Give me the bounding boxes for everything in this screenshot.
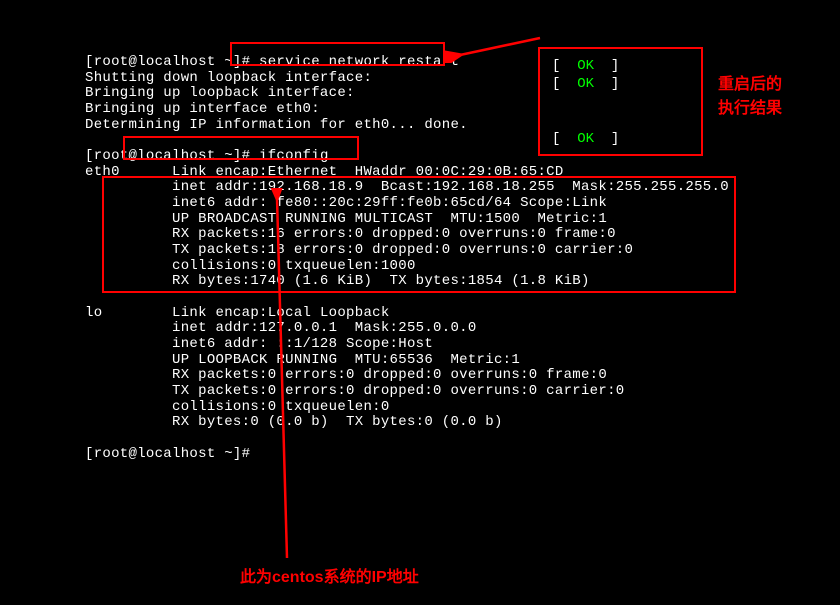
lo-line: TX packets:0 errors:0 dropped:0 overruns…: [85, 384, 840, 400]
annotation-restart-result: 重启后的 执行结果: [718, 70, 782, 118]
lo-line: collisions:0 txqueuelen:0: [85, 400, 840, 416]
ok-line: [ OK ]: [552, 130, 689, 148]
ok-line: [ OK ]: [552, 57, 689, 75]
highlight-box-eth0: [102, 176, 736, 293]
annotation-ip-address: 此为centos系统的IP地址: [240, 563, 419, 587]
highlight-box-command2: [123, 136, 359, 160]
arrow-icon: [267, 188, 307, 563]
lo-line: UP LOOPBACK RUNNING MTU:65536 Metric:1: [85, 353, 840, 369]
lo-line: inet addr:127.0.0.1 Mask:255.0.0.0: [85, 321, 840, 337]
output-line: Determining IP information for eth0... d…: [85, 118, 840, 134]
prompt: [root@localhost ~]#: [85, 446, 259, 462]
highlight-box-command1: [230, 42, 445, 66]
lo-line: inet6 addr: ::1/128 Scope:Host: [85, 337, 840, 353]
ok-status-box: [ OK ] [ OK ] [ OK ]: [538, 47, 703, 156]
lo-line: RX packets:0 errors:0 dropped:0 overruns…: [85, 368, 840, 384]
lo-line: Link encap:Local Loopback: [102, 305, 389, 321]
lo-line: RX bytes:0 (0.0 b) TX bytes:0 (0.0 b): [85, 415, 840, 431]
interface-lo: lo: [85, 305, 102, 321]
arrow-icon: [445, 33, 545, 63]
ok-line: [ OK ]: [552, 75, 689, 93]
